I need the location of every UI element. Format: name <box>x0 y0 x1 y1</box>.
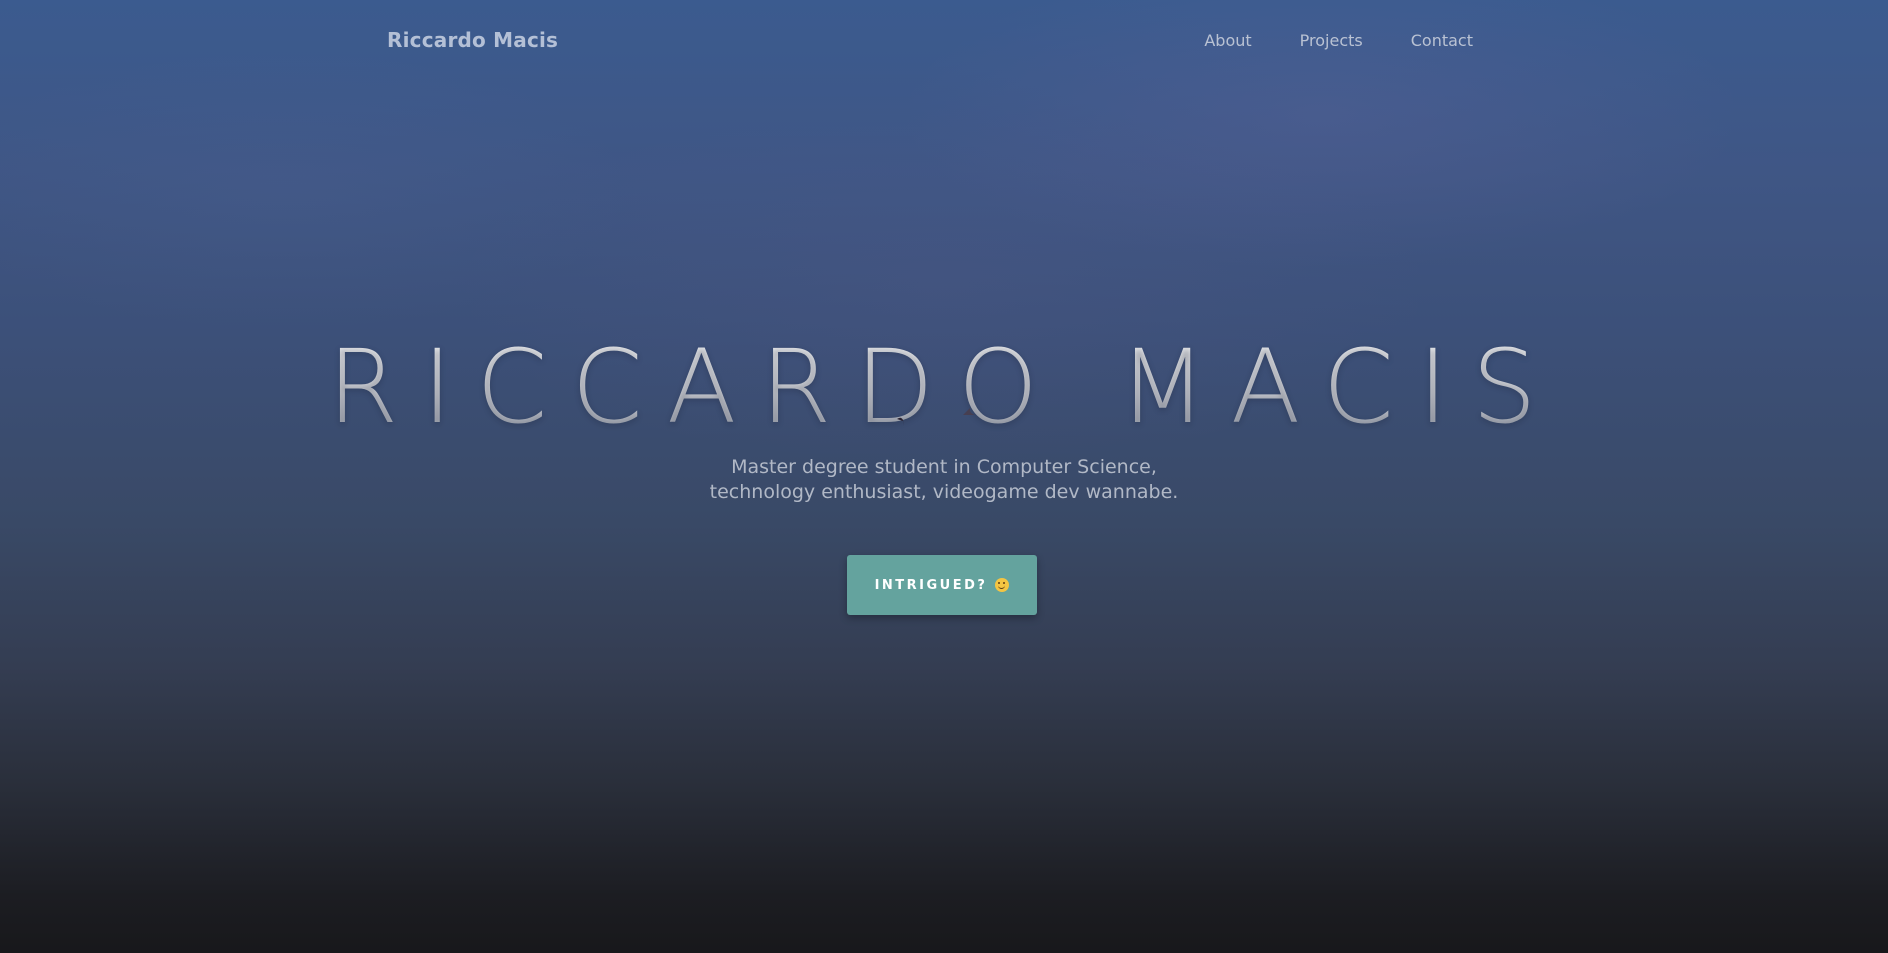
nav-links: About Projects Contact <box>1204 31 1473 50</box>
nav-link-about[interactable]: About <box>1204 31 1251 50</box>
brand-logo[interactable]: Riccardo Macis <box>387 28 558 52</box>
nav-link-projects[interactable]: Projects <box>1300 31 1363 50</box>
nav-link-contact[interactable]: Contact <box>1411 31 1473 50</box>
intrigued-button-label: INTRIGUED? <box>874 577 988 593</box>
top-navbar: Riccardo Macis About Projects Contact <box>387 0 1473 80</box>
smirk-emoji-icon <box>995 578 1010 592</box>
hero-subtitle: Master degree student in Computer Scienc… <box>0 455 1888 505</box>
intrigued-button[interactable]: INTRIGUED? <box>847 555 1037 615</box>
hero-subtitle-line-1: Master degree student in Computer Scienc… <box>731 456 1157 478</box>
hero-subtitle-line-2: technology enthusiast, videogame dev wan… <box>709 481 1179 503</box>
hero-title: RICCARDO MACIS <box>0 328 1888 448</box>
